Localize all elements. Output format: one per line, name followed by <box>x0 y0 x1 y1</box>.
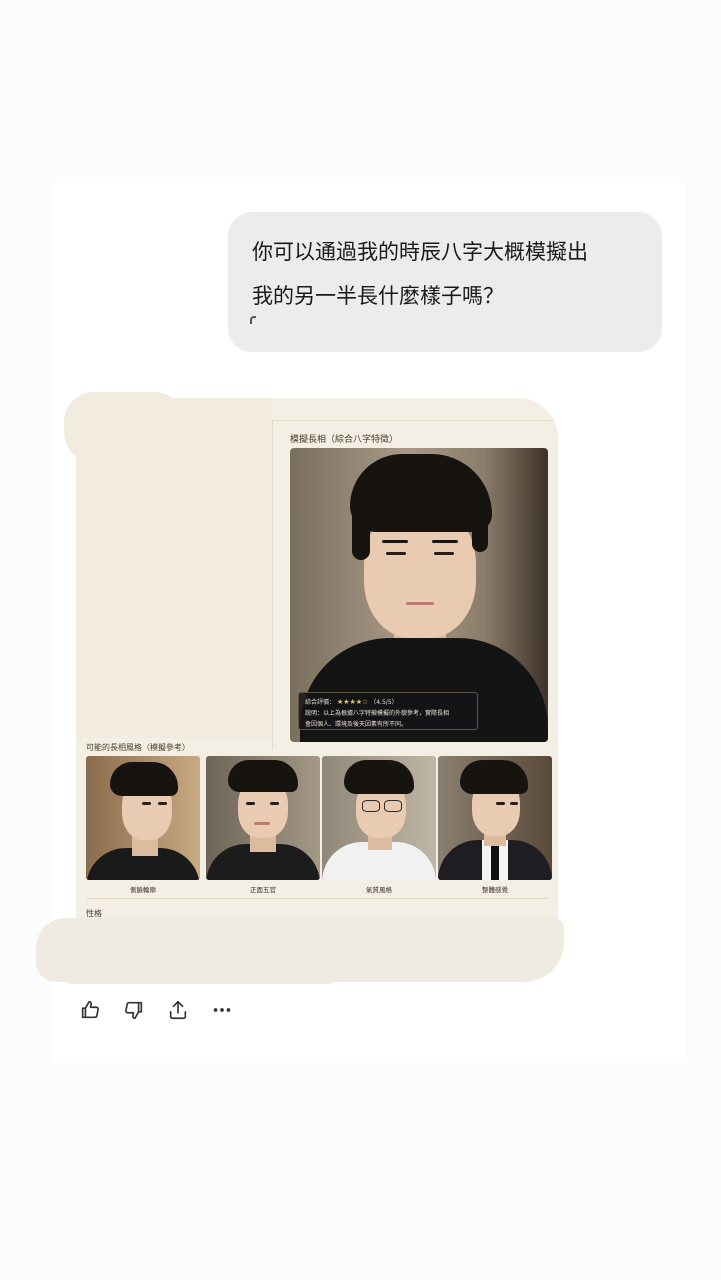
more-icon <box>213 1008 231 1012</box>
user-message-line: 你可以通過我的時辰八字大概模擬出 <box>252 240 588 264</box>
thumbnail-caption: 氣質風格 <box>366 886 392 894</box>
blur-redaction <box>64 392 184 462</box>
rating-stars: ★★★★☆ <box>336 698 369 706</box>
divider <box>86 898 548 899</box>
rating-info-box: 綜合評價： ★★★★☆ （4.5/5） 說明：以上為根據八字特徵模擬的外貌參考，… <box>298 692 478 730</box>
thumbnail-caption: 側臉輪廓 <box>130 886 156 894</box>
divider <box>272 420 558 421</box>
style-thumbnail <box>438 756 552 880</box>
main-portrait: 綜合評價： ★★★★☆ （4.5/5） 說明：以上為根據八字特徵模擬的外貌參考，… <box>290 448 548 742</box>
rating-label: 綜合評價： <box>305 699 336 706</box>
share-button[interactable] <box>166 998 190 1022</box>
share-icon <box>169 1000 187 1020</box>
note-line: 說明：以上為根據八字特徵模擬的外貌參考，實際長相 <box>305 710 450 717</box>
dislike-button[interactable] <box>122 998 146 1022</box>
style-thumbnail <box>86 756 200 880</box>
note-line: 會因個人、環境及後天因素有所不同。 <box>305 721 408 728</box>
like-button[interactable] <box>78 998 102 1022</box>
blur-redaction <box>228 312 662 352</box>
generated-image[interactable]: 模擬長相（綜合八字特徵） 綜合評價： ★★★★☆ （4.5/5） 說明：以上為根… <box>76 398 558 966</box>
style-thumbnail <box>206 756 320 880</box>
thumbs-up-icon <box>81 1000 99 1019</box>
more-button[interactable] <box>210 998 234 1022</box>
thumbnail-caption: 整體感覺 <box>482 886 508 894</box>
thumbnail-caption: 正面五官 <box>250 886 276 894</box>
styles-section-title: 可能的長相風格（模擬參考） <box>86 743 190 752</box>
style-thumbnail <box>322 756 436 880</box>
rating-value: （4.5/5） <box>370 699 398 706</box>
user-message-bubble: 你可以通過我的時辰八字大概模擬出 我的另一半長什麼樣子嗎？ <box>228 212 662 352</box>
image-main-title: 模擬長相（綜合八字特徵） <box>290 435 399 445</box>
thumbs-down-icon <box>125 1001 143 1020</box>
divider <box>272 420 273 750</box>
blur-redaction <box>60 958 340 984</box>
